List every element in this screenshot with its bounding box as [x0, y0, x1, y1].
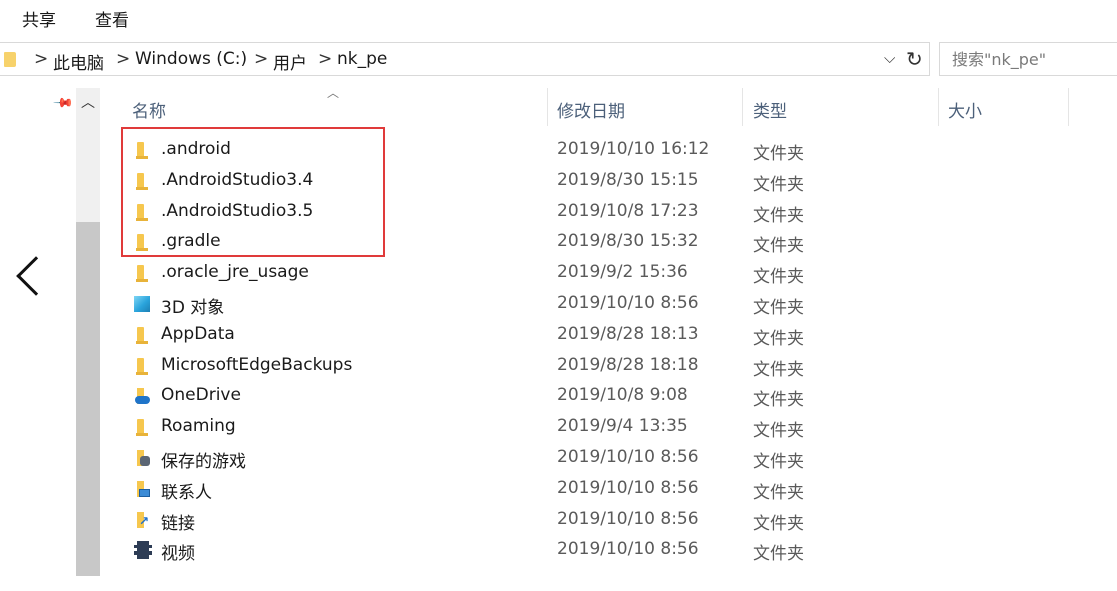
file-type: 文件夹: [753, 513, 804, 534]
file-row[interactable]: OneDrive 2019/10/8 9:08 文件夹: [0, 381, 1117, 412]
file-name: 3D 对象: [161, 298, 225, 318]
chevron-down-icon[interactable]: ⌵: [884, 49, 895, 67]
breadcrumb-separator[interactable]: >: [116, 49, 130, 69]
file-date: 2019/8/30 15:32: [557, 231, 699, 252]
file-type: 文件夹: [753, 298, 804, 318]
column-divider[interactable]: [1068, 88, 1069, 126]
file-row[interactable]: 联系人 2019/10/10 8:56 文件夹: [0, 474, 1117, 505]
file-row[interactable]: AppData 2019/8/28 18:13 文件夹: [0, 320, 1117, 351]
file-date: 2019/10/10 16:12: [557, 139, 710, 159]
file-date: 2019/10/10 8:56: [557, 447, 699, 467]
folder-icon: [134, 418, 152, 437]
file-date: 2019/9/4 13:35: [557, 416, 688, 437]
file-row[interactable]: 链接 2019/10/10 8:56 文件夹: [0, 505, 1117, 536]
breadcrumb-separator[interactable]: >: [318, 49, 332, 69]
refresh-icon[interactable]: ↻: [906, 47, 923, 71]
file-name: .AndroidStudio3.4: [161, 169, 314, 190]
file-date: 2019/8/30 15:15: [557, 169, 699, 190]
file-name: .gradle: [161, 231, 221, 252]
file-type: 文件夹: [753, 482, 804, 503]
ribbon: 共享 查看: [0, 0, 1117, 34]
column-divider[interactable]: [938, 88, 939, 126]
file-name: .android: [161, 139, 231, 159]
file-name: 保存的游戏: [161, 452, 246, 472]
breadcrumb-windows-c[interactable]: Windows (C:): [135, 49, 247, 69]
file-name: .AndroidStudio3.5: [161, 200, 314, 221]
file-date: 2019/8/28 18:13: [557, 323, 699, 344]
folder-icon: [134, 326, 152, 344]
folder-icon: [134, 233, 152, 252]
file-type: 文件夹: [753, 452, 804, 472]
address-row: > 此电脑 > Windows (C:) > 用户 > nk_pe ⌵ ↻: [0, 42, 1117, 76]
address-bar[interactable]: > 此电脑 > Windows (C:) > 用户 > nk_pe ⌵ ↻: [0, 42, 930, 76]
file-date: 2019/10/10 8:56: [557, 539, 699, 560]
column-header-type[interactable]: 类型: [753, 88, 938, 126]
cube-icon: [134, 296, 150, 312]
breadcrumb-nk-pe[interactable]: nk_pe: [337, 49, 387, 69]
file-name: Roaming: [161, 416, 236, 437]
game-icon: [134, 449, 152, 467]
contact-icon: [134, 480, 152, 498]
cloud-icon: [134, 387, 152, 405]
file-name: 链接: [161, 513, 195, 534]
file-type: 文件夹: [753, 236, 804, 257]
file-row[interactable]: .AndroidStudio3.5 2019/10/8 17:23 文件夹: [0, 197, 1117, 228]
search-input[interactable]: [950, 49, 1114, 70]
folder-icon: [134, 357, 152, 375]
file-name: AppData: [161, 323, 235, 344]
file-date: 2019/8/28 18:18: [557, 354, 699, 375]
column-divider[interactable]: [547, 88, 548, 126]
file-name: .oracle_jre_usage: [161, 262, 309, 283]
link-icon: [134, 511, 152, 529]
file-date: 2019/10/10 8:56: [557, 477, 699, 498]
file-name: 视频: [161, 544, 195, 565]
folder-icon: [134, 203, 152, 221]
breadcrumb-separator[interactable]: >: [34, 49, 48, 69]
column-header-date[interactable]: 修改日期: [557, 88, 742, 126]
file-type: 文件夹: [753, 390, 804, 411]
video-icon: [134, 541, 152, 560]
file-name: 联系人: [161, 482, 212, 503]
ribbon-tab-view[interactable]: 查看: [95, 6, 129, 31]
file-name: MicrosoftEdgeBackups: [161, 354, 353, 375]
file-row[interactable]: .gradle 2019/8/30 15:32 文件夹: [0, 227, 1117, 258]
file-row[interactable]: .oracle_jre_usage 2019/9/2 15:36 文件夹: [0, 258, 1117, 289]
file-row[interactable]: .android 2019/10/10 16:12 文件夹: [0, 135, 1117, 166]
breadcrumb-users[interactable]: 用户: [273, 49, 307, 74]
file-row[interactable]: MicrosoftEdgeBackups 2019/8/28 18:18 文件夹: [0, 351, 1117, 382]
file-row[interactable]: .AndroidStudio3.4 2019/8/30 15:15 文件夹: [0, 166, 1117, 197]
file-type: 文件夹: [753, 174, 804, 195]
folder-icon: [4, 52, 16, 67]
folder-icon: [134, 264, 152, 283]
file-date: 2019/10/8 9:08: [557, 385, 688, 406]
column-header-name[interactable]: 名称: [132, 88, 547, 126]
scroll-up-icon[interactable]: ︿: [81, 92, 95, 112]
file-type: 文件夹: [753, 144, 804, 164]
file-list: .android 2019/10/10 16:12 文件夹 .AndroidStudi…: [0, 135, 1117, 576]
file-type: 文件夹: [753, 359, 804, 380]
file-type: 文件夹: [753, 544, 804, 565]
file-date: 2019/9/2 15:36: [557, 262, 688, 283]
file-type: 文件夹: [753, 328, 804, 349]
file-type: 文件夹: [753, 267, 804, 288]
folder-icon: [134, 172, 152, 190]
breadcrumb-separator[interactable]: >: [254, 49, 268, 69]
column-header-size[interactable]: 大小: [948, 88, 1068, 126]
file-row[interactable]: 保存的游戏 2019/10/10 8:56 文件夹: [0, 443, 1117, 474]
file-date: 2019/10/10 8:56: [557, 293, 699, 313]
column-divider[interactable]: [742, 88, 743, 126]
file-name: OneDrive: [161, 385, 241, 406]
file-type: 文件夹: [753, 421, 804, 442]
breadcrumb-this-pc[interactable]: 此电脑: [53, 49, 104, 74]
file-date: 2019/10/8 17:23: [557, 200, 699, 221]
file-row[interactable]: 3D 对象 2019/10/10 8:56 文件夹: [0, 289, 1117, 320]
ribbon-tab-share[interactable]: 共享: [22, 6, 56, 31]
file-date: 2019/10/10 8:56: [557, 508, 699, 529]
file-type: 文件夹: [753, 205, 804, 226]
file-row[interactable]: Roaming 2019/9/4 13:35 文件夹: [0, 412, 1117, 443]
folder-icon: [134, 141, 152, 159]
search-box[interactable]: [939, 42, 1117, 76]
file-row[interactable]: 视频 2019/10/10 8:56 文件夹: [0, 535, 1117, 566]
pin-icon[interactable]: 📌: [52, 92, 74, 114]
